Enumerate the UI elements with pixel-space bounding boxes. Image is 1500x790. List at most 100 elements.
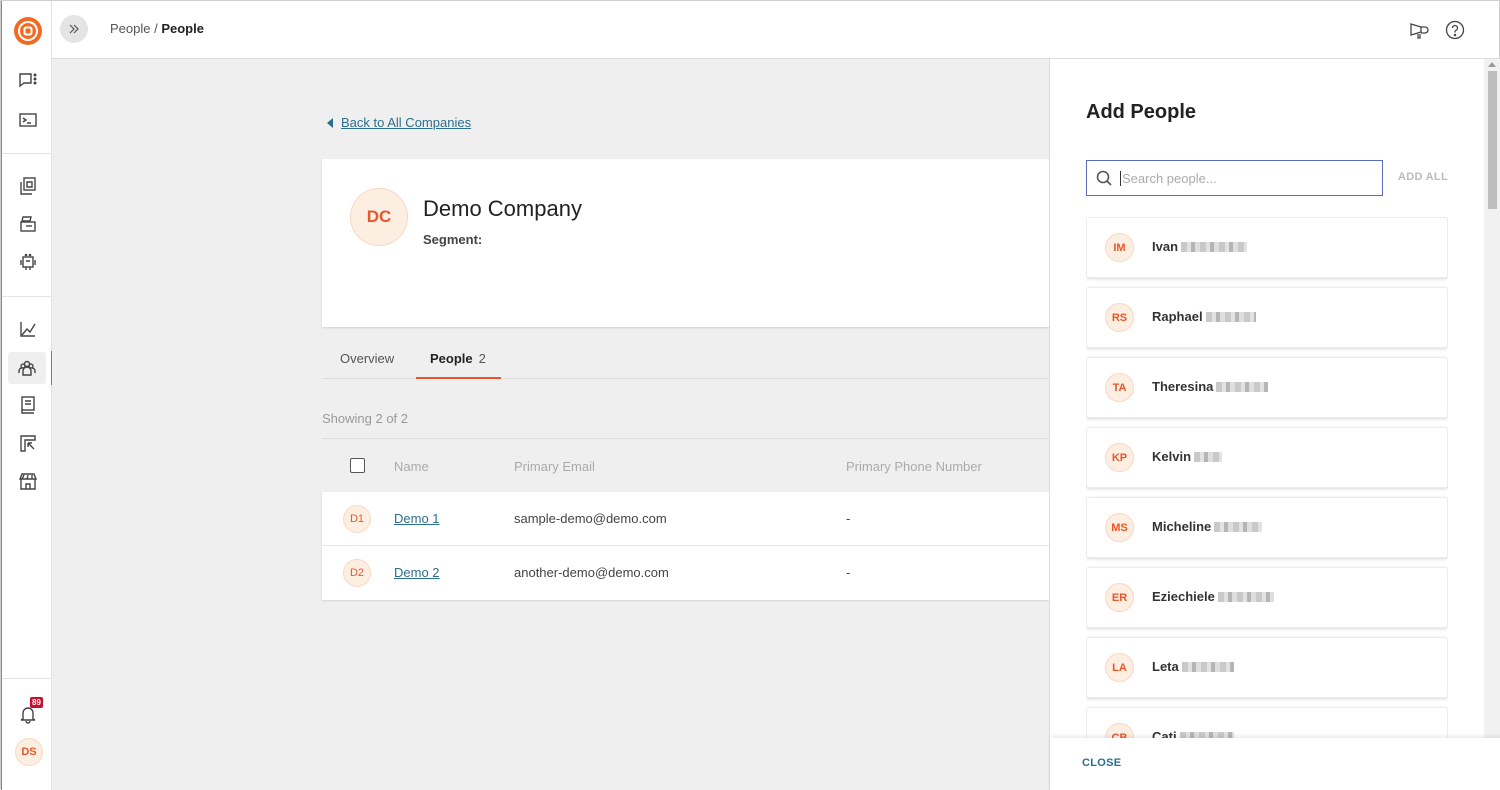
tab-overview[interactable]: Overview bbox=[340, 351, 394, 366]
person-phone: - bbox=[846, 511, 850, 526]
person-avatar: LA bbox=[1105, 653, 1134, 682]
drawer-title: Add People bbox=[1086, 101, 1196, 124]
search-icon bbox=[1095, 169, 1113, 187]
sidebar-divider bbox=[2, 678, 53, 679]
row-avatar: D1 bbox=[343, 505, 371, 533]
search-people-input[interactable] bbox=[1120, 171, 1370, 186]
person-avatar: IM bbox=[1105, 233, 1134, 262]
active-tab-underline bbox=[416, 377, 501, 379]
terminal-icon[interactable] bbox=[15, 107, 41, 133]
person-phone: - bbox=[846, 565, 850, 580]
sidebar-divider bbox=[2, 153, 53, 154]
person-avatar: ER bbox=[1105, 583, 1134, 612]
topbar: People / People bbox=[52, 1, 1499, 59]
person-avatar: MS bbox=[1105, 513, 1134, 542]
table-row: D2 Demo 2 another-demo@demo.com - bbox=[322, 546, 1049, 600]
row-avatar: D2 bbox=[343, 559, 371, 587]
people-list: IM Ivan RS Raphael TA Theresina KP Kelvi… bbox=[1086, 217, 1448, 739]
sidebar-divider bbox=[2, 296, 53, 297]
person-avatar: KP bbox=[1105, 443, 1134, 472]
person-first-name: Theresina bbox=[1152, 379, 1213, 394]
export-frame-icon[interactable] bbox=[15, 430, 41, 456]
chart-line-icon[interactable] bbox=[15, 316, 41, 342]
add-people-drawer: Add People ADD ALL IM Ivan RS Raphael TA… bbox=[1049, 59, 1500, 790]
person-avatar: RS bbox=[1105, 303, 1134, 332]
redacted-surname bbox=[1194, 452, 1222, 462]
tab-people[interactable]: People 2 bbox=[430, 351, 486, 366]
person-card[interactable]: IM Ivan bbox=[1086, 217, 1448, 278]
question-circle-icon bbox=[1444, 19, 1466, 41]
column-header-phone[interactable]: Primary Phone Number bbox=[846, 459, 982, 474]
storefront-icon[interactable] bbox=[15, 468, 41, 494]
user-avatar[interactable]: DS bbox=[15, 738, 43, 766]
scroll-up-arrow-icon[interactable] bbox=[1488, 62, 1496, 67]
back-link-label: Back to All Companies bbox=[341, 115, 471, 130]
tab-label: Overview bbox=[340, 351, 394, 366]
app-frame: 89 DS People / People Back to All Compan… bbox=[0, 0, 1500, 789]
close-button[interactable]: CLOSE bbox=[1082, 757, 1121, 769]
person-name-link[interactable]: Demo 2 bbox=[394, 565, 440, 580]
person-name: Kelvin bbox=[1152, 449, 1222, 464]
person-name: Raphael bbox=[1152, 309, 1256, 324]
redacted-surname bbox=[1214, 522, 1262, 532]
main-content: Back to All Companies DC Demo Company Se… bbox=[52, 59, 1049, 790]
robot-icon[interactable] bbox=[15, 249, 41, 275]
person-email: another-demo@demo.com bbox=[514, 565, 669, 580]
person-first-name: Kelvin bbox=[1152, 449, 1191, 464]
segment-label: Segment: bbox=[423, 232, 482, 247]
breadcrumb-separator: / bbox=[150, 21, 161, 36]
book-icon[interactable] bbox=[15, 392, 41, 418]
tab-count: 2 bbox=[479, 351, 486, 366]
double-chevron-right-icon bbox=[67, 22, 81, 36]
person-card[interactable]: MS Micheline bbox=[1086, 497, 1448, 558]
table-row: D1 Demo 1 sample-demo@demo.com - bbox=[322, 492, 1049, 546]
person-first-name: Micheline bbox=[1152, 519, 1211, 534]
help-button[interactable] bbox=[1444, 19, 1466, 41]
expand-sidebar-button[interactable] bbox=[60, 15, 88, 43]
person-name-link[interactable]: Demo 1 bbox=[394, 511, 440, 526]
announcements-button[interactable] bbox=[1408, 19, 1430, 41]
person-name: Ivan bbox=[1152, 239, 1247, 254]
chat-list-icon[interactable] bbox=[15, 68, 41, 94]
results-count: Showing 2 of 2 bbox=[322, 411, 408, 426]
person-card[interactable]: KP Kelvin bbox=[1086, 427, 1448, 488]
person-avatar: CB bbox=[1105, 723, 1134, 739]
tabs: Overview People 2 bbox=[322, 337, 1049, 379]
column-header-name[interactable]: Name bbox=[394, 459, 429, 474]
add-all-button[interactable]: ADD ALL bbox=[1398, 171, 1448, 183]
people-group-icon[interactable] bbox=[8, 352, 46, 384]
drawer-scrollbar[interactable] bbox=[1484, 59, 1500, 738]
redacted-surname bbox=[1216, 382, 1268, 392]
person-card[interactable]: CB Cati bbox=[1086, 707, 1448, 739]
company-avatar: DC bbox=[350, 188, 408, 246]
person-name: Micheline bbox=[1152, 519, 1262, 534]
tab-label: People bbox=[430, 351, 473, 366]
person-card[interactable]: LA Leta bbox=[1086, 637, 1448, 698]
person-card[interactable]: ER Eziechiele bbox=[1086, 567, 1448, 628]
sidebar: 89 DS bbox=[1, 1, 52, 790]
caret-left-icon bbox=[327, 118, 333, 128]
person-avatar: TA bbox=[1105, 373, 1134, 402]
breadcrumb: People / People bbox=[110, 21, 204, 36]
person-name: Eziechiele bbox=[1152, 589, 1274, 604]
back-to-companies-link[interactable]: Back to All Companies bbox=[327, 115, 471, 130]
person-first-name: Ivan bbox=[1152, 239, 1178, 254]
person-email: sample-demo@demo.com bbox=[514, 511, 667, 526]
redacted-surname bbox=[1181, 242, 1247, 252]
person-card[interactable]: TA Theresina bbox=[1086, 357, 1448, 418]
column-header-email[interactable]: Primary Email bbox=[514, 459, 595, 474]
select-all-checkbox[interactable] bbox=[350, 458, 365, 473]
drawer-footer: CLOSE bbox=[1050, 738, 1500, 790]
company-card: DC Demo Company Segment: bbox=[322, 159, 1049, 327]
redacted-surname bbox=[1182, 662, 1234, 672]
person-card[interactable]: RS Raphael bbox=[1086, 287, 1448, 348]
inbox-tray-icon[interactable] bbox=[15, 211, 41, 237]
search-box bbox=[1086, 160, 1383, 196]
logo-icon[interactable] bbox=[13, 16, 43, 46]
company-name: Demo Company bbox=[423, 196, 582, 222]
copy-doc-icon[interactable] bbox=[15, 173, 41, 199]
person-name: Theresina bbox=[1152, 379, 1268, 394]
scrollbar-thumb[interactable] bbox=[1488, 71, 1497, 209]
breadcrumb-parent[interactable]: People bbox=[110, 21, 150, 36]
person-first-name: Raphael bbox=[1152, 309, 1203, 324]
